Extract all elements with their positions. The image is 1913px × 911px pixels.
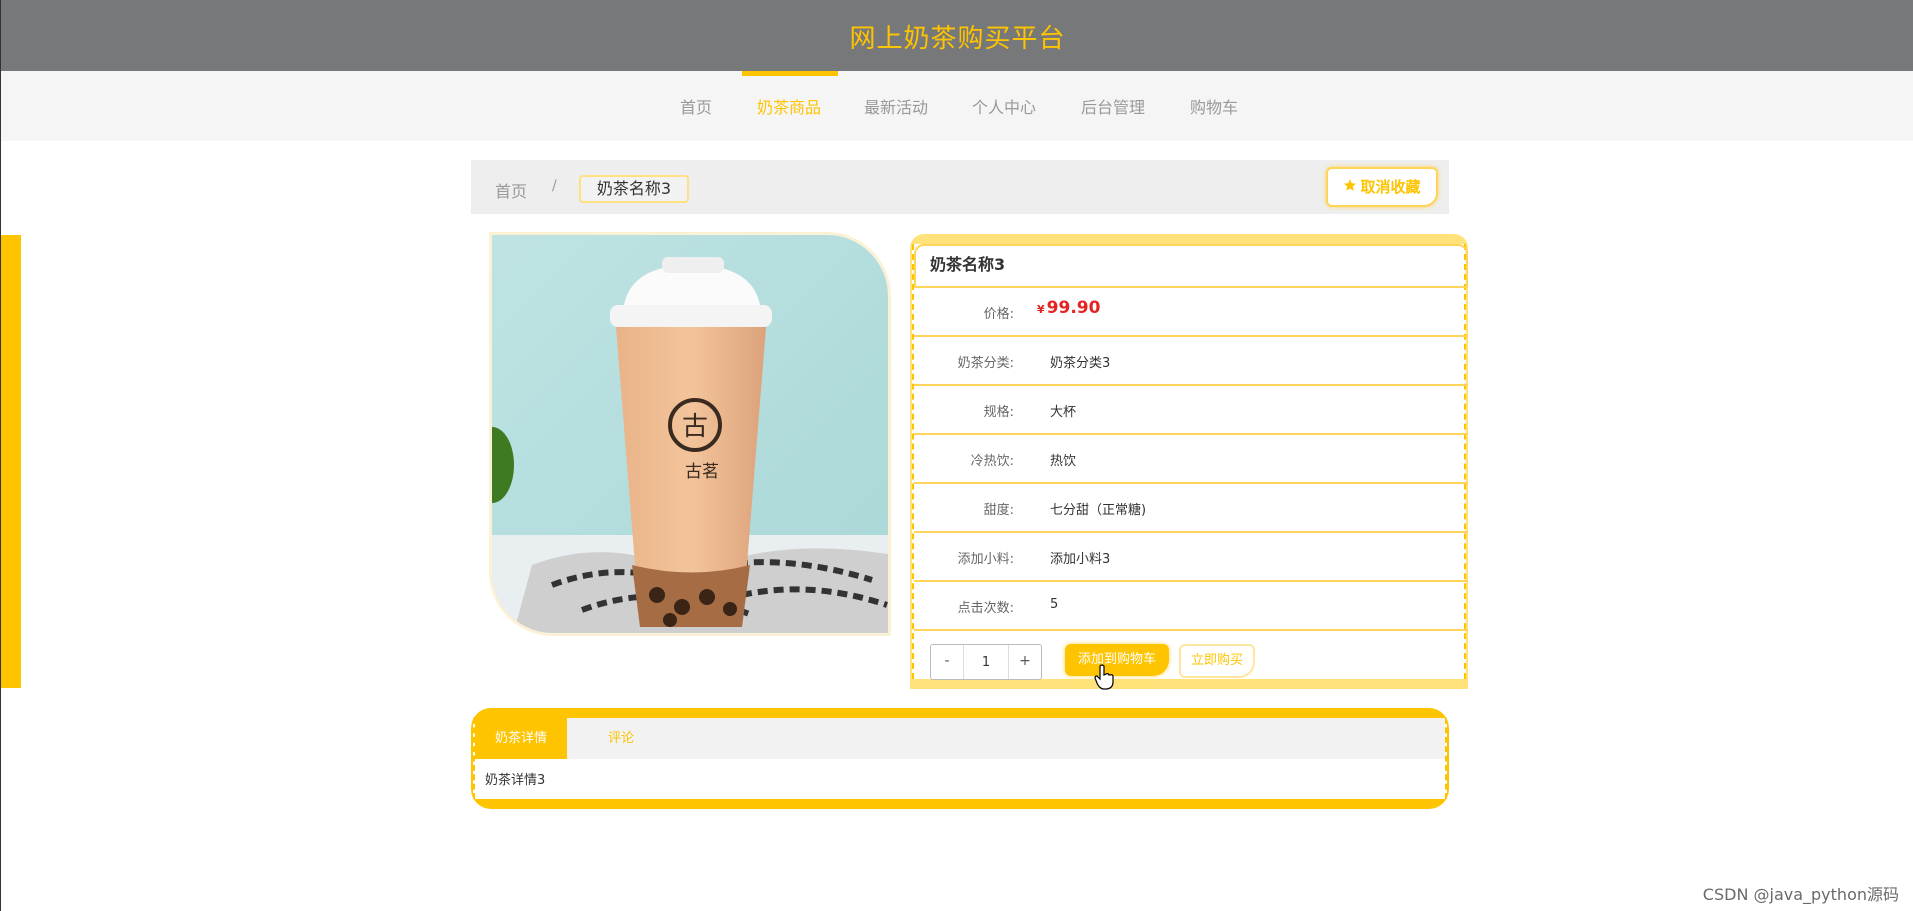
nav-item-activities[interactable]: 最新活动 <box>864 71 928 141</box>
detail-label: 冷热饮: <box>970 454 1014 469</box>
detail-row-clicks: 点击次数: 5 <box>914 582 1468 631</box>
quantity-input[interactable] <box>964 645 1008 679</box>
nav-item-products[interactable]: 奶茶商品 <box>741 71 839 141</box>
product-detail-panel: 奶茶名称3 价格: ¥99.90 奶茶分类: 奶茶分类3 规格: 大杯 冷热饮:… <box>910 234 1468 689</box>
quantity-increase-button[interactable]: + <box>1008 645 1041 679</box>
detail-label: 奶茶分类: <box>957 356 1014 371</box>
breadcrumb: 首页 / 奶茶名称3 取消收藏 <box>471 160 1449 214</box>
tab-content: 奶茶详情3 <box>485 773 546 788</box>
detail-row-temperature: 冷热饮: 热饮 <box>914 435 1468 484</box>
unfavorite-button[interactable]: 取消收藏 <box>1326 167 1438 207</box>
nav-item-home[interactable]: 首页 <box>680 71 712 141</box>
breadcrumb-separator: / <box>552 178 557 194</box>
unfavorite-label: 取消收藏 <box>1360 178 1421 196</box>
tab-comments[interactable]: 评论 <box>591 718 651 759</box>
hand-cursor-icon <box>1094 664 1114 690</box>
detail-label: 点击次数: <box>957 601 1014 616</box>
breadcrumb-current: 奶茶名称3 <box>579 175 689 203</box>
product-image: 古 古茗 <box>489 232 891 636</box>
detail-row-sweetness: 甜度: 七分甜（正常糖) <box>914 484 1468 533</box>
detail-label: 添加小料: <box>957 552 1014 567</box>
add-to-cart-button[interactable]: 添加到购物车 <box>1065 644 1169 676</box>
detail-row-category: 奶茶分类: 奶茶分类3 <box>914 337 1468 386</box>
detail-value: 5 <box>1050 597 1059 612</box>
top-header: 网上奶茶购买平台 <box>1 0 1913 71</box>
svg-text:古: 古 <box>682 412 708 442</box>
star-icon <box>1343 169 1357 205</box>
detail-label: 甜度: <box>983 503 1014 518</box>
price-value: ¥99.90 <box>1037 298 1100 318</box>
nav-item-cart[interactable]: 购物车 <box>1190 71 1238 141</box>
quantity-stepper: - + <box>930 644 1042 680</box>
main-nav: 首页 奶茶商品 最新活动 个人中心 后台管理 购物车 <box>1 71 1913 141</box>
price-row: 价格: ¥99.90 <box>914 288 1468 337</box>
tab-details[interactable]: 奶茶详情 <box>475 718 567 759</box>
detail-value: 七分甜（正常糖) <box>1050 503 1147 518</box>
watermark: CSDN @java_python源码 <box>1702 885 1899 904</box>
site-title: 网上奶茶购买平台 <box>849 24 1066 54</box>
tabs-header: 奶茶详情 评论 <box>475 718 1445 759</box>
buy-now-button[interactable]: 立即购买 <box>1179 644 1255 678</box>
product-name: 奶茶名称3 <box>914 244 1468 288</box>
detail-value: 热饮 <box>1050 454 1077 469</box>
quantity-decrease-button[interactable]: - <box>931 645 964 679</box>
side-accent-bar <box>1 235 21 688</box>
nav-item-personal-center[interactable]: 个人中心 <box>972 71 1036 141</box>
product-tabs: 奶茶详情 评论 奶茶详情3 <box>471 708 1449 809</box>
detail-row-size: 规格: 大杯 <box>914 386 1468 435</box>
nav-item-admin[interactable]: 后台管理 <box>1081 71 1145 141</box>
detail-value: 大杯 <box>1050 405 1077 420</box>
cup-brand-text: 古茗 <box>685 462 719 482</box>
detail-row-toppings: 添加小料: 添加小料3 <box>914 533 1468 582</box>
price-amount: 99.90 <box>1046 298 1101 318</box>
price-label: 价格: <box>983 307 1014 322</box>
detail-value: 添加小料3 <box>1050 552 1111 567</box>
detail-value: 奶茶分类3 <box>1050 356 1111 371</box>
currency-symbol: ¥ <box>1037 303 1045 316</box>
breadcrumb-home-link[interactable]: 首页 <box>495 178 527 202</box>
detail-label: 规格: <box>983 405 1014 420</box>
